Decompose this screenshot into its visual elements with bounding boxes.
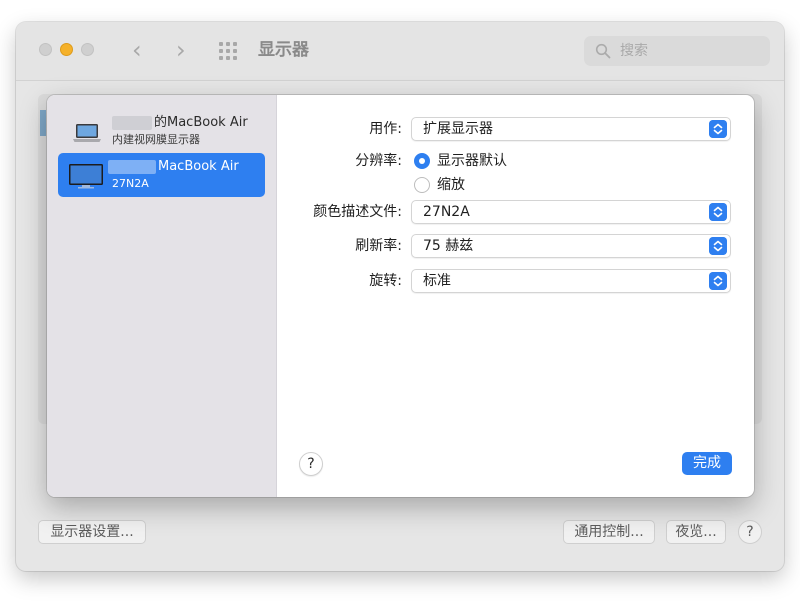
display-item-builtin[interactable]: 的MacBook Air 内建视网膜显示器 [58, 109, 265, 153]
resolution-default-label: 显示器默认 [437, 153, 507, 169]
search-field[interactable]: 搜索 [584, 36, 770, 66]
done-button[interactable]: 完成 [682, 452, 732, 475]
display-subtitle: 内建视网膜显示器 [112, 133, 200, 146]
display-settings-sheet: 的MacBook Air 内建视网膜显示器 MacBook Air 27N2A … [47, 95, 754, 497]
minimize-window-button[interactable] [60, 43, 73, 56]
window-help-button[interactable]: ? [738, 520, 762, 544]
title-bar: ‹ › 显示器 搜索 [16, 22, 784, 81]
window-title: 显示器 [258, 40, 309, 60]
search-icon [595, 43, 611, 59]
forward-chevron-icon[interactable]: › [176, 36, 186, 64]
color-profile-label: 颜色描述文件: [313, 204, 402, 220]
monitor-icon [69, 164, 103, 189]
laptop-icon [73, 124, 101, 142]
popup-stepper-icon [709, 237, 727, 255]
popup-stepper-icon [709, 120, 727, 138]
resolution-scaled-radio[interactable] [414, 177, 430, 193]
display-list-sidebar: 的MacBook Air 内建视网膜显示器 MacBook Air 27N2A [47, 95, 277, 497]
refresh-rate-popup[interactable]: 75 赫兹 [411, 234, 731, 258]
popup-stepper-icon [709, 272, 727, 290]
resolution-scaled-label: 缩放 [437, 177, 465, 193]
night-shift-button[interactable]: 夜览... [666, 520, 726, 544]
show-all-grid-icon[interactable] [218, 41, 238, 61]
help-button[interactable]: ? [299, 452, 323, 476]
rotation-value: 标准 [423, 273, 451, 289]
display-item-external[interactable]: MacBook Air 27N2A [58, 153, 265, 197]
search-placeholder: 搜索 [620, 43, 648, 59]
resolution-default-radio[interactable] [414, 153, 430, 169]
universal-control-button[interactable]: 通用控制... [563, 520, 655, 544]
rotation-popup[interactable]: 标准 [411, 269, 731, 293]
rotation-label: 旋转: [369, 273, 402, 289]
resolution-label: 分辨率: [355, 153, 402, 169]
refresh-rate-label: 刷新率: [355, 238, 402, 254]
display-settings-panel: 用作: 扩展显示器 分辨率: 显示器默认 缩放 颜色描述文件: 27N2A 刷新… [277, 95, 754, 497]
display-settings-button[interactable]: 显示器设置... [38, 520, 146, 544]
zoom-window-button[interactable] [81, 43, 94, 56]
close-window-button[interactable] [39, 43, 52, 56]
redacted-owner-name [108, 160, 156, 174]
color-profile-value: 27N2A [423, 204, 470, 220]
color-profile-popup[interactable]: 27N2A [411, 200, 731, 224]
display-thumbnail [40, 110, 46, 136]
popup-stepper-icon [709, 203, 727, 221]
display-subtitle: 27N2A [112, 177, 149, 190]
display-name: 的MacBook Air [154, 115, 248, 130]
redacted-owner-name [112, 116, 152, 130]
use-as-label: 用作: [369, 121, 402, 137]
use-as-value: 扩展显示器 [423, 121, 493, 137]
display-name: MacBook Air [158, 159, 239, 174]
use-as-popup[interactable]: 扩展显示器 [411, 117, 731, 141]
back-chevron-icon[interactable]: ‹ [132, 36, 142, 64]
refresh-rate-value: 75 赫兹 [423, 238, 474, 254]
